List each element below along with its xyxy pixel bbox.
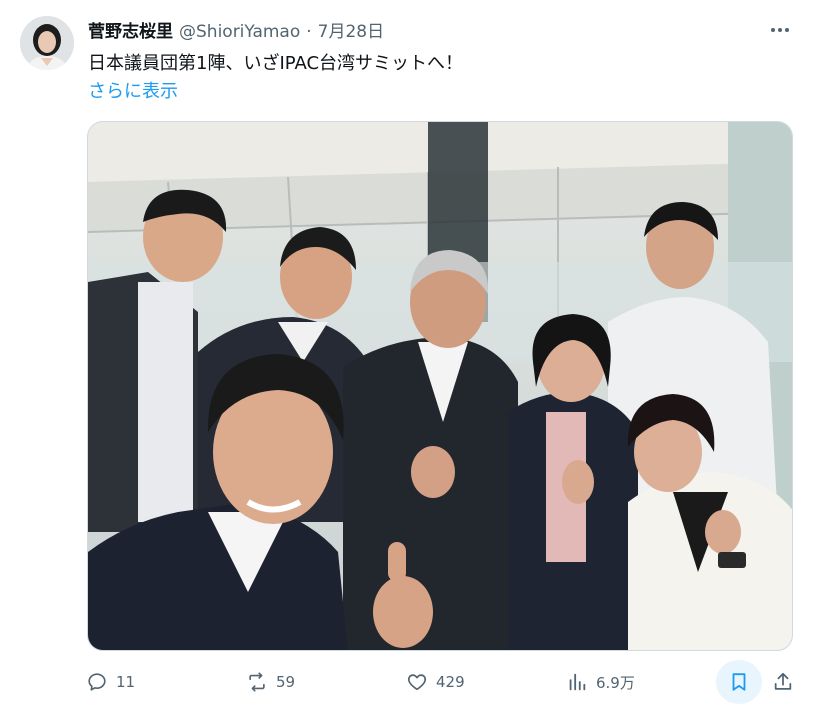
tweet-text: 日本議員団第1陣、いざIPAC台湾サミットへ！ [88, 53, 464, 74]
reply-count: 11 [116, 673, 136, 691]
share-button[interactable] [765, 664, 801, 700]
views-count: 6.9万 [596, 673, 635, 692]
tweet-date[interactable]: 7月28日 [318, 20, 384, 44]
tweet-card: 菅野志桜里 @ShioriYamao · 7月28日 日本議員団第1陣、いざIP… [0, 0, 815, 711]
show-more-link[interactable]: さらに表示 [88, 79, 178, 105]
bookmark-button[interactable] [716, 660, 762, 704]
tweet-header: 菅野志桜里 @ShioriYamao · 7月28日 [88, 20, 384, 44]
reply-button[interactable]: 11 [86, 664, 135, 700]
share-icon [774, 672, 792, 690]
reply-icon [88, 673, 106, 691]
heart-icon [407, 674, 427, 691]
separator-dot: · [306, 22, 312, 42]
more-icon [771, 28, 775, 32]
author-name[interactable]: 菅野志桜里 [88, 20, 173, 44]
retweet-button[interactable]: 59 [246, 664, 295, 700]
action-bar: 11 59 429 6.9万 [0, 660, 815, 704]
bookmark-icon [732, 673, 746, 691]
more-options-button[interactable] [765, 18, 795, 42]
more-icon-dot [778, 28, 782, 32]
views-button[interactable]: 6.9万 [566, 664, 635, 700]
retweet-icon [249, 672, 265, 692]
retweet-count: 59 [276, 673, 296, 691]
more-icon-dot [785, 28, 789, 32]
tweet-photo[interactable] [87, 121, 793, 651]
group-selfie-photo [88, 122, 792, 650]
like-button[interactable]: 429 [406, 664, 465, 700]
avatar[interactable] [20, 16, 74, 70]
like-count: 429 [436, 673, 465, 691]
avatar-photo [20, 16, 74, 70]
views-icon [569, 673, 586, 691]
author-handle[interactable]: @ShioriYamao [179, 20, 300, 44]
